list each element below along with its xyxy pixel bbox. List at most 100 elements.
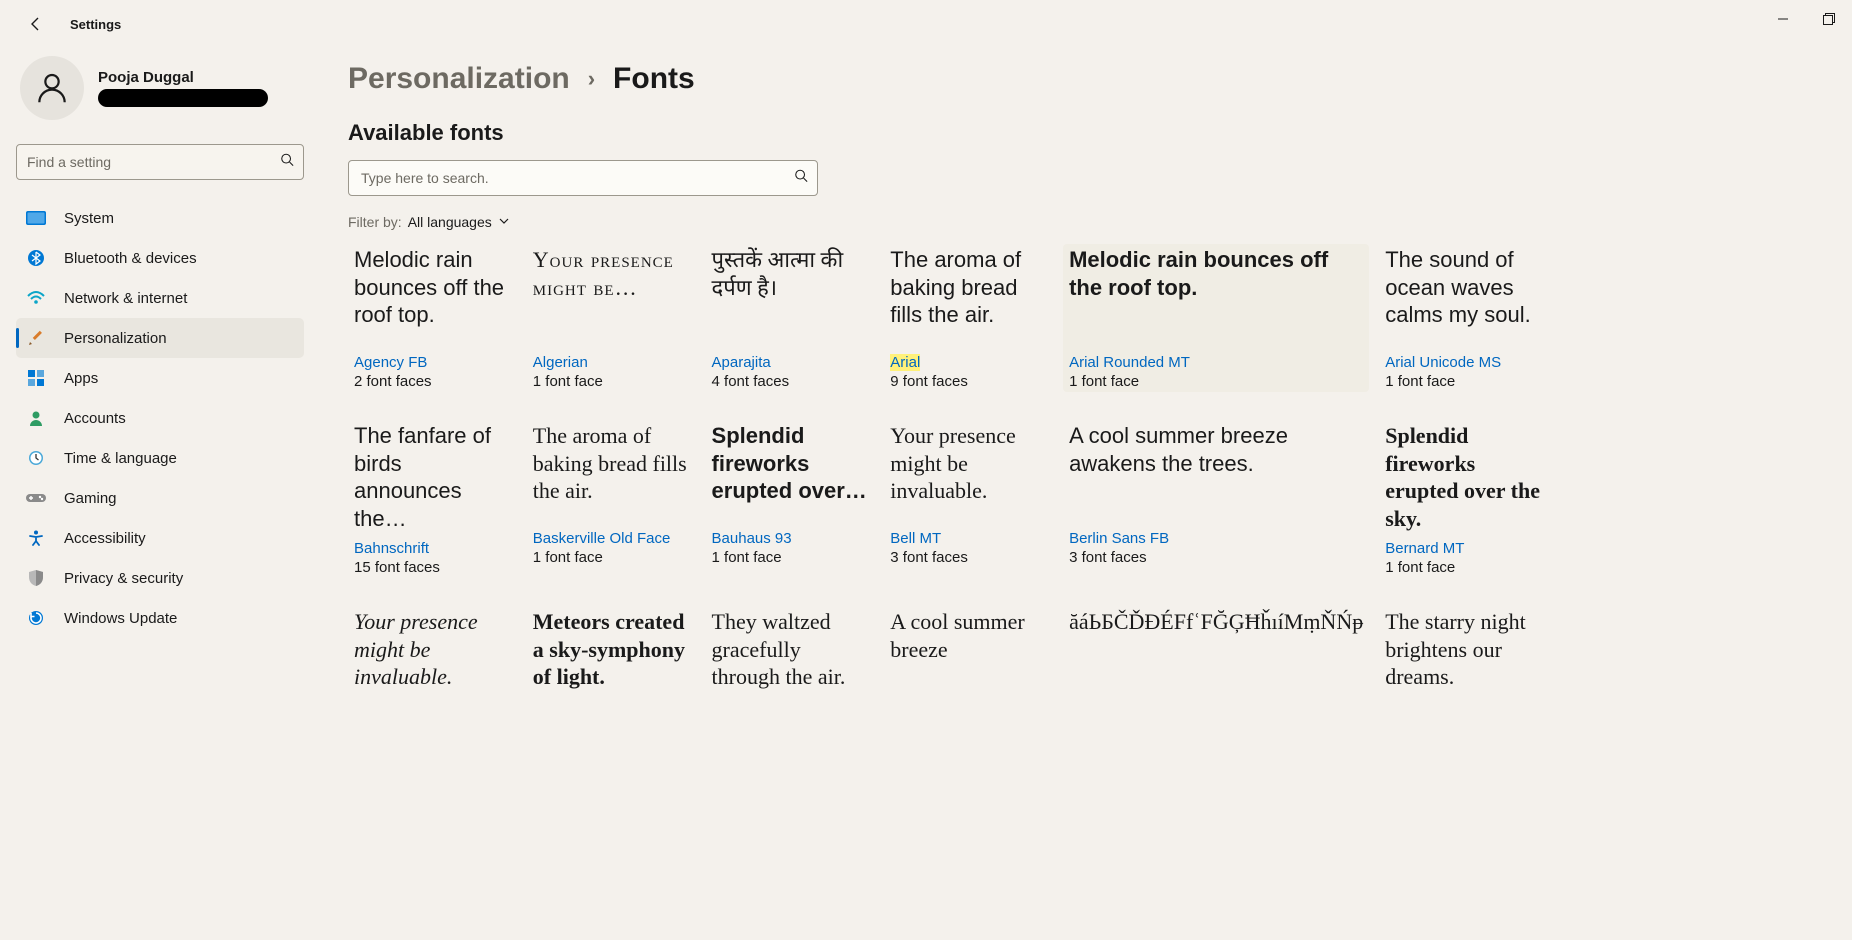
sidebar-item-accounts[interactable]: Accounts — [16, 398, 304, 438]
font-card[interactable]: Your presence might be…Algerian1 font fa… — [527, 244, 696, 392]
sidebar-item-personalization[interactable]: Personalization — [16, 318, 304, 358]
filter-value: All languages — [408, 214, 492, 230]
font-sample: Melodic rain bounces off the roof top. — [1069, 246, 1363, 346]
font-faces: 3 font faces — [1069, 549, 1363, 566]
sidebar-item-label: Apps — [64, 370, 98, 387]
font-card[interactable]: Meteors created a sky-symphony of light. — [527, 606, 696, 710]
breadcrumb-current: Fonts — [613, 62, 695, 96]
sidebar-item-bluetooth[interactable]: Bluetooth & devices — [16, 238, 304, 278]
sidebar-item-privacy[interactable]: Privacy & security — [16, 558, 304, 598]
maximize-button[interactable] — [1806, 0, 1852, 38]
font-sample: A cool summer breeze awakens the trees. — [1069, 422, 1363, 522]
font-name: Berlin Sans FB — [1069, 530, 1363, 547]
font-sample: Your presence might be… — [533, 246, 690, 346]
font-card[interactable]: Splendid fireworks erupted over… Bauhaus … — [706, 420, 875, 578]
sidebar-item-label: Accessibility — [64, 530, 146, 547]
font-card[interactable]: The aroma of baking bread fills the air.… — [884, 244, 1053, 392]
font-faces: 2 font faces — [354, 373, 511, 390]
font-card[interactable]: A cool summer breeze — [884, 606, 1053, 710]
sidebar-item-gaming[interactable]: Gaming — [16, 478, 304, 518]
font-faces: 1 font face — [1069, 373, 1363, 390]
breadcrumb: Personalization › Fonts — [348, 62, 1824, 96]
breadcrumb-parent[interactable]: Personalization — [348, 62, 570, 96]
font-faces: 9 font faces — [890, 373, 1047, 390]
accounts-icon — [26, 408, 46, 428]
font-faces: 3 font faces — [890, 549, 1047, 566]
update-icon — [26, 608, 46, 628]
font-card[interactable]: Melodic rain bounces off the roof top. Ag… — [348, 244, 517, 392]
sidebar-item-label: Gaming — [64, 490, 117, 507]
sidebar-item-label: Windows Update — [64, 610, 177, 627]
settings-search-input[interactable] — [16, 144, 304, 180]
font-faces: 4 font faces — [712, 373, 869, 390]
chevron-down-icon — [498, 214, 510, 230]
user-name: Pooja Duggal — [98, 69, 268, 86]
back-button[interactable] — [20, 8, 52, 40]
font-card[interactable]: The aroma of baking bread fills the air.… — [527, 420, 696, 578]
sidebar-item-network[interactable]: Network & internet — [16, 278, 304, 318]
sidebar-item-label: Network & internet — [64, 290, 187, 307]
font-card[interactable]: The sound of ocean waves calms my soul. A… — [1379, 244, 1548, 392]
font-card[interactable]: Your presence might be invaluable. — [348, 606, 517, 710]
font-faces: 1 font face — [1385, 373, 1542, 390]
font-search-input[interactable] — [348, 160, 818, 196]
avatar — [20, 56, 84, 120]
font-name: Bernard MT — [1385, 540, 1542, 557]
font-card[interactable]: The fanfare of birds announces the… Bahns… — [348, 420, 517, 578]
font-faces: 1 font face — [712, 549, 869, 566]
sidebar-item-label: System — [64, 210, 114, 227]
font-card[interactable]: The starry night brightens our dreams. — [1379, 606, 1548, 710]
font-name: Bauhaus 93 — [712, 530, 869, 547]
font-card[interactable]: Your presence might be invaluable. Bell M… — [884, 420, 1053, 578]
user-block[interactable]: Pooja Duggal — [16, 48, 304, 136]
section-title: Available fonts — [348, 120, 1824, 146]
chevron-right-icon: › — [588, 66, 595, 92]
sidebar-item-system[interactable]: System — [16, 198, 304, 238]
privacy-icon — [26, 568, 46, 588]
apps-icon — [26, 368, 46, 388]
sidebar-item-update[interactable]: Windows Update — [16, 598, 304, 638]
minimize-button[interactable] — [1760, 0, 1806, 38]
font-sample: Your presence might be invaluable. — [890, 422, 1047, 522]
font-sample: Meteors created a sky-symphony of light. — [533, 608, 690, 708]
font-name: Agency FB — [354, 354, 511, 371]
font-card[interactable]: पुस्तकें आत्मा की दर्पण है।Aparajita4 fo… — [706, 244, 875, 392]
font-sample: The fanfare of birds announces the… — [354, 422, 511, 532]
filter-label: Filter by: — [348, 214, 402, 230]
app-title: Settings — [70, 17, 121, 32]
font-name: Arial Rounded MT — [1069, 354, 1363, 371]
filter-dropdown[interactable]: Filter by: All languages — [348, 214, 1824, 230]
sidebar-item-label: Accounts — [64, 410, 126, 427]
font-sample: Splendid fireworks erupted over… — [712, 422, 869, 522]
font-card[interactable]: They waltzed gracefully through the air. — [706, 606, 875, 710]
font-sample: The sound of ocean waves calms my soul. — [1385, 246, 1542, 346]
font-card[interactable]: ăáЬБČĎĐÉFfʿFĞĢĦȟıíΜṃŇŃᵽ — [1063, 606, 1369, 710]
font-card[interactable]: Melodic rain bounces off the roof top. Ar… — [1063, 244, 1369, 392]
font-card[interactable]: Splendid fireworks erupted over the sky.… — [1379, 420, 1548, 578]
font-card[interactable]: A cool summer breeze awakens the trees. B… — [1063, 420, 1369, 578]
gaming-icon — [26, 488, 46, 508]
font-sample: Melodic rain bounces off the roof top. — [354, 246, 511, 346]
sidebar-item-label: Privacy & security — [64, 570, 183, 587]
sidebar-item-label: Time & language — [64, 450, 177, 467]
font-faces: 15 font faces — [354, 559, 511, 576]
network-icon — [26, 288, 46, 308]
font-sample: The aroma of baking bread fills the air. — [890, 246, 1047, 346]
font-sample: They waltzed gracefully through the air. — [712, 608, 869, 708]
personalization-icon — [26, 328, 46, 348]
font-name: Arial Unicode MS — [1385, 354, 1542, 371]
font-sample: ăáЬБČĎĐÉFfʿFĞĢĦȟıíΜṃŇŃᵽ — [1069, 608, 1363, 708]
system-icon — [26, 208, 46, 228]
search-icon — [794, 169, 808, 188]
sidebar-item-label: Bluetooth & devices — [64, 250, 197, 267]
font-faces: 1 font face — [533, 549, 690, 566]
font-name: Bell MT — [890, 530, 1047, 547]
font-name: Baskerville Old Face — [533, 530, 690, 547]
sidebar-item-apps[interactable]: Apps — [16, 358, 304, 398]
time-icon — [26, 448, 46, 468]
sidebar-item-accessibility[interactable]: Accessibility — [16, 518, 304, 558]
font-name: Arial — [890, 354, 1047, 371]
sidebar-item-time[interactable]: Time & language — [16, 438, 304, 478]
font-sample: The starry night brightens our dreams. — [1385, 608, 1542, 708]
font-name: Bahnschrift — [354, 540, 511, 557]
